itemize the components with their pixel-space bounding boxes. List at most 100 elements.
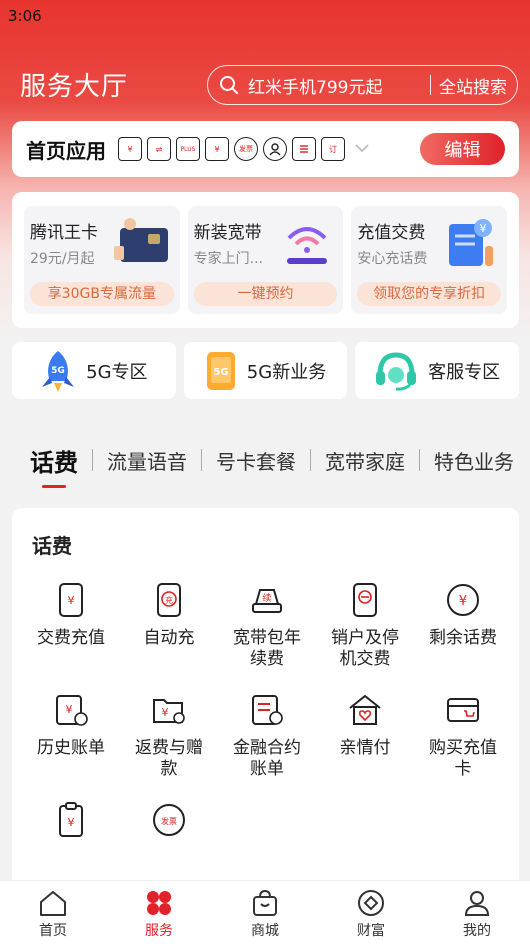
- phone-stop-icon: [353, 583, 377, 617]
- bill-yuan-icon[interactable]: ¥: [205, 137, 229, 161]
- promo-title: 腾讯王卡: [30, 223, 98, 243]
- finance-bill-icon: [252, 695, 283, 725]
- service-item[interactable]: ¥ 返费与赠款: [120, 690, 218, 780]
- service-item[interactable]: 金融合约账单: [218, 690, 316, 780]
- service-item[interactable]: 发票: [120, 800, 218, 848]
- user-circle-icon[interactable]: [263, 137, 287, 161]
- zone-label: 5G新业务: [246, 361, 327, 383]
- wallet-refund-icon: ¥: [153, 699, 185, 724]
- yuan-circle-icon: ¥: [447, 584, 479, 616]
- wifi-router-icon: [287, 227, 328, 264]
- tab-broadband-home[interactable]: 宽带家庭: [325, 446, 405, 475]
- clipboard-yuan-icon: ¥: [59, 802, 83, 837]
- tabbar-label: 服务: [145, 923, 173, 939]
- zone-customer-service[interactable]: 客服专区: [355, 342, 520, 399]
- service-item[interactable]: 亲情付: [316, 690, 414, 780]
- page-title: 服务大厅: [20, 72, 129, 102]
- zone-5g-new[interactable]: 5G 5G新业务: [183, 342, 348, 399]
- promo-subtitle: 安心充话费: [357, 251, 428, 267]
- service-item[interactable]: 购买充值卡: [414, 690, 512, 780]
- promo-broadband[interactable]: 新装宽带 专家上门... 一键预约: [187, 206, 344, 314]
- promo-subtitle: 专家上门...: [193, 251, 264, 267]
- service-label: 销户及停机交费: [331, 628, 399, 669]
- service-grid: ¥ 交费充值 充 自动充 续 宽带包年续费 销户及停机交费 ¥ 剩余话费 ¥ 历…: [22, 580, 512, 848]
- service-label: 历史账单: [37, 738, 105, 758]
- invoice-icon[interactable]: 发票: [234, 137, 258, 161]
- tabbar-service[interactable]: 服务: [106, 881, 212, 950]
- service-item[interactable]: ¥ 剩余话费: [414, 580, 512, 670]
- edit-button[interactable]: 编辑: [420, 133, 505, 165]
- tab-divider: [419, 449, 420, 471]
- search-bar[interactable]: 红米手机799元起 全站搜索: [207, 65, 518, 105]
- order-icon[interactable]: 订: [321, 137, 345, 161]
- service-item[interactable]: ¥ 交费充值: [22, 580, 120, 670]
- chevron-down-icon[interactable]: [355, 141, 369, 157]
- promo-action[interactable]: 一键预约: [193, 282, 338, 306]
- profile-icon: [464, 891, 490, 916]
- tabbar-label: 商城: [251, 923, 279, 939]
- tab-huafei[interactable]: 话费: [30, 443, 78, 488]
- service-item[interactable]: 销户及停机交费: [316, 580, 414, 670]
- home-icon: [40, 891, 66, 916]
- service-label: 返费与赠款: [135, 738, 203, 779]
- service-glyph: 充: [165, 595, 173, 605]
- promo-action[interactable]: 领取您的专享折扣: [357, 282, 502, 306]
- tabbar-label: 财富: [357, 923, 385, 939]
- service-item[interactable]: 充 自动充: [120, 580, 218, 670]
- search-icon: [220, 76, 238, 94]
- tabbar-mine[interactable]: 我的: [424, 881, 530, 950]
- router-renew-icon: 续: [252, 589, 282, 613]
- search-divider: [430, 75, 431, 95]
- home-apps-label: 首页应用: [26, 138, 106, 163]
- service-item[interactable]: ¥ 历史账单: [22, 690, 120, 780]
- rocket-5g-icon: 5G: [42, 350, 75, 392]
- service-glyph: ¥: [162, 706, 169, 719]
- phone-yuan-icon: ¥: [59, 583, 83, 617]
- zone-badge: 5G: [213, 367, 228, 378]
- service-label: 剩余话费: [429, 628, 497, 648]
- search-button[interactable]: 全站搜索: [439, 73, 507, 98]
- auto-recharge-icon: 充: [157, 583, 181, 617]
- service-glyph: 续: [262, 592, 271, 604]
- tab-divider: [92, 449, 93, 471]
- home-apps-bar: 首页应用 ¥ ⇌ PLUS ¥ 发票 订 编辑: [12, 121, 519, 177]
- wealth-icon: [358, 890, 384, 916]
- status-time: 3:06: [8, 7, 42, 25]
- service-label: 购买充值卡: [429, 738, 497, 779]
- tabbar-label: 我的: [463, 923, 491, 939]
- sim-card-icon: [113, 218, 168, 262]
- tabbar-mall[interactable]: 商城: [212, 881, 318, 950]
- promo-tencent-card[interactable]: 腾讯王卡 29元/月起 享30GB专属流量: [24, 206, 180, 314]
- zone-5g[interactable]: 5G 5G专区: [12, 342, 176, 399]
- promo-action[interactable]: 享30GB专属流量: [30, 282, 174, 306]
- service-glyph: 发票: [161, 816, 177, 826]
- tabbar-wealth[interactable]: 财富: [318, 881, 424, 950]
- tab-data-voice[interactable]: 流量语音: [107, 446, 187, 475]
- tab-featured[interactable]: 特色业务: [434, 446, 514, 475]
- vip-crown-icon[interactable]: PLUS: [176, 137, 200, 161]
- service-label: 交费充值: [37, 628, 105, 648]
- section-title: 话费: [32, 534, 72, 558]
- service-item[interactable]: ¥: [22, 800, 120, 848]
- tabbar-home[interactable]: 首页: [0, 881, 106, 950]
- shopping-bag-icon: [253, 889, 277, 916]
- service-icon: [147, 891, 171, 915]
- buy-card-icon: [447, 698, 479, 722]
- category-tabs: 话费 流量语音 号卡套餐 宽带家庭 特色业务: [30, 440, 514, 488]
- zone-row: 5G 5G专区 5G 5G新业务 客服专区: [12, 342, 520, 399]
- transfer-card-icon[interactable]: ⇌: [147, 137, 171, 161]
- phone-5g-icon: 5G: [206, 351, 235, 390]
- search-input[interactable]: 红米手机799元起: [248, 73, 422, 98]
- document-icon[interactable]: [292, 137, 316, 161]
- tab-divider: [310, 449, 311, 471]
- service-glyph: ¥: [66, 703, 73, 716]
- tab-sim-plans[interactable]: 号卡套餐: [216, 446, 296, 475]
- phone-yuan-icon[interactable]: ¥: [118, 137, 142, 161]
- promo-recharge[interactable]: 充值交费 安心充话费 ¥ 领取您的专享折扣: [351, 206, 508, 314]
- promo-card: 腾讯王卡 29元/月起 享30GB专属流量 新装宽带 专家上门... 一键预约 …: [12, 192, 519, 328]
- service-item[interactable]: 续 宽带包年续费: [218, 580, 316, 670]
- zone-label: 5G专区: [86, 361, 148, 383]
- headset-icon: [376, 351, 417, 391]
- service-glyph: ¥: [459, 594, 467, 609]
- zone-badge: 5G: [51, 366, 65, 376]
